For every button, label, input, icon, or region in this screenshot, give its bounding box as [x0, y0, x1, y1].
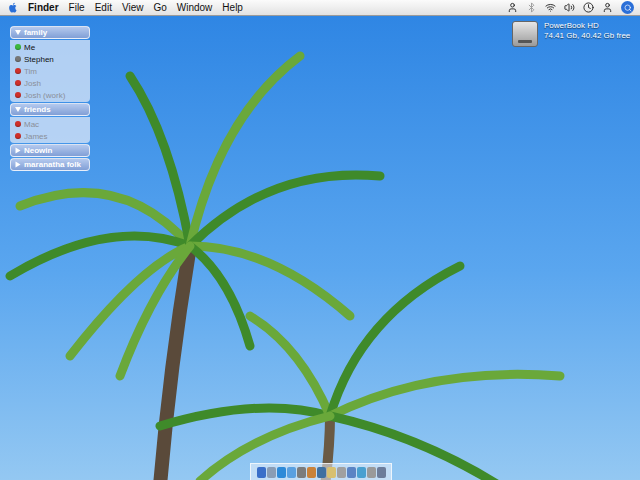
menu-item[interactable]: File	[69, 2, 85, 13]
disk-widget[interactable]: PowerBook HD74.41 Gb, 40.42 Gb free	[512, 21, 630, 47]
status-icon	[15, 80, 21, 86]
buddy-row[interactable]: Mac	[10, 118, 90, 130]
dock-app-icon[interactable]	[347, 467, 356, 478]
dock-app-icon[interactable]	[337, 467, 346, 478]
buddy-group-header[interactable]: friends	[10, 103, 90, 116]
buddy-row[interactable]: Josh	[10, 77, 90, 89]
menu-item[interactable]: Help	[222, 2, 243, 13]
menu-item[interactable]: Go	[153, 2, 166, 13]
buddy-group-header[interactable]: Neowin	[10, 144, 90, 157]
buddy-row[interactable]: Stephen	[10, 53, 90, 65]
dock-app-icon[interactable]	[377, 467, 386, 478]
dock-app-icon[interactable]	[327, 467, 336, 478]
menu-item[interactable]: Edit	[95, 2, 112, 13]
dock-app-icon[interactable]	[297, 467, 306, 478]
disk-info: 74.41 Gb, 40.42 Gb free	[544, 31, 630, 41]
buddy-group: MacJames	[10, 117, 90, 143]
dock-app-icon[interactable]	[257, 467, 266, 478]
disclosure-icon[interactable]	[15, 30, 21, 35]
status-icon	[15, 133, 21, 139]
desktop: familyMeStephenTimJoshJosh (work)friends…	[0, 16, 640, 480]
dock-app-icon[interactable]	[267, 467, 276, 478]
disclosure-icon[interactable]	[16, 162, 21, 168]
dock	[250, 463, 392, 480]
disk-name: PowerBook HD	[544, 21, 630, 31]
disclosure-icon[interactable]	[16, 148, 21, 154]
buddy-row[interactable]: Josh (work)	[10, 89, 90, 101]
screen: FinderFileEditViewGoWindowHelpfamilyMeSt…	[0, 0, 640, 480]
buddy-list: familyMeStephenTimJoshJosh (work)friends…	[10, 26, 90, 171]
dock-app-icon[interactable]	[307, 467, 316, 478]
status-icon	[15, 44, 21, 50]
user-icon[interactable]	[507, 2, 518, 13]
buddy-row[interactable]: Me	[10, 41, 90, 53]
menu-app-name[interactable]: Finder	[28, 2, 59, 13]
bluetooth-icon[interactable]	[526, 2, 537, 13]
clock-icon[interactable]	[583, 2, 594, 13]
hard-drive-icon[interactable]	[512, 21, 538, 47]
apple-icon[interactable]	[8, 2, 18, 13]
account-icon[interactable]	[602, 2, 613, 13]
buddy-group: MeStephenTimJoshJosh (work)	[10, 40, 90, 102]
status-icon	[15, 92, 21, 98]
search-icon	[624, 4, 632, 12]
dock-app-icon[interactable]	[367, 467, 376, 478]
status-icon	[15, 121, 21, 127]
dock-app-icon[interactable]	[287, 467, 296, 478]
buddy-row[interactable]: James	[10, 130, 90, 142]
menu-bar: Finder File Edit View Go Window Help	[0, 0, 640, 16]
menu-item[interactable]: View	[122, 2, 144, 13]
buddy-group-header[interactable]: family	[10, 26, 90, 39]
disclosure-icon[interactable]	[15, 107, 21, 112]
wifi-icon[interactable]	[545, 2, 556, 13]
dock-app-icon[interactable]	[357, 467, 366, 478]
status-icon	[15, 56, 21, 62]
status-icon	[15, 68, 21, 74]
buddy-group-header[interactable]: maranatha folk	[10, 158, 90, 171]
dock-app-icon[interactable]	[317, 467, 326, 478]
menu-item[interactable]: Window	[177, 2, 213, 13]
spotlight-button[interactable]	[621, 1, 634, 14]
menu-extras	[507, 1, 634, 14]
buddy-row[interactable]: Tim	[10, 65, 90, 77]
volume-icon[interactable]	[564, 2, 575, 13]
dock-app-icon[interactable]	[277, 467, 286, 478]
wallpaper	[0, 16, 640, 480]
